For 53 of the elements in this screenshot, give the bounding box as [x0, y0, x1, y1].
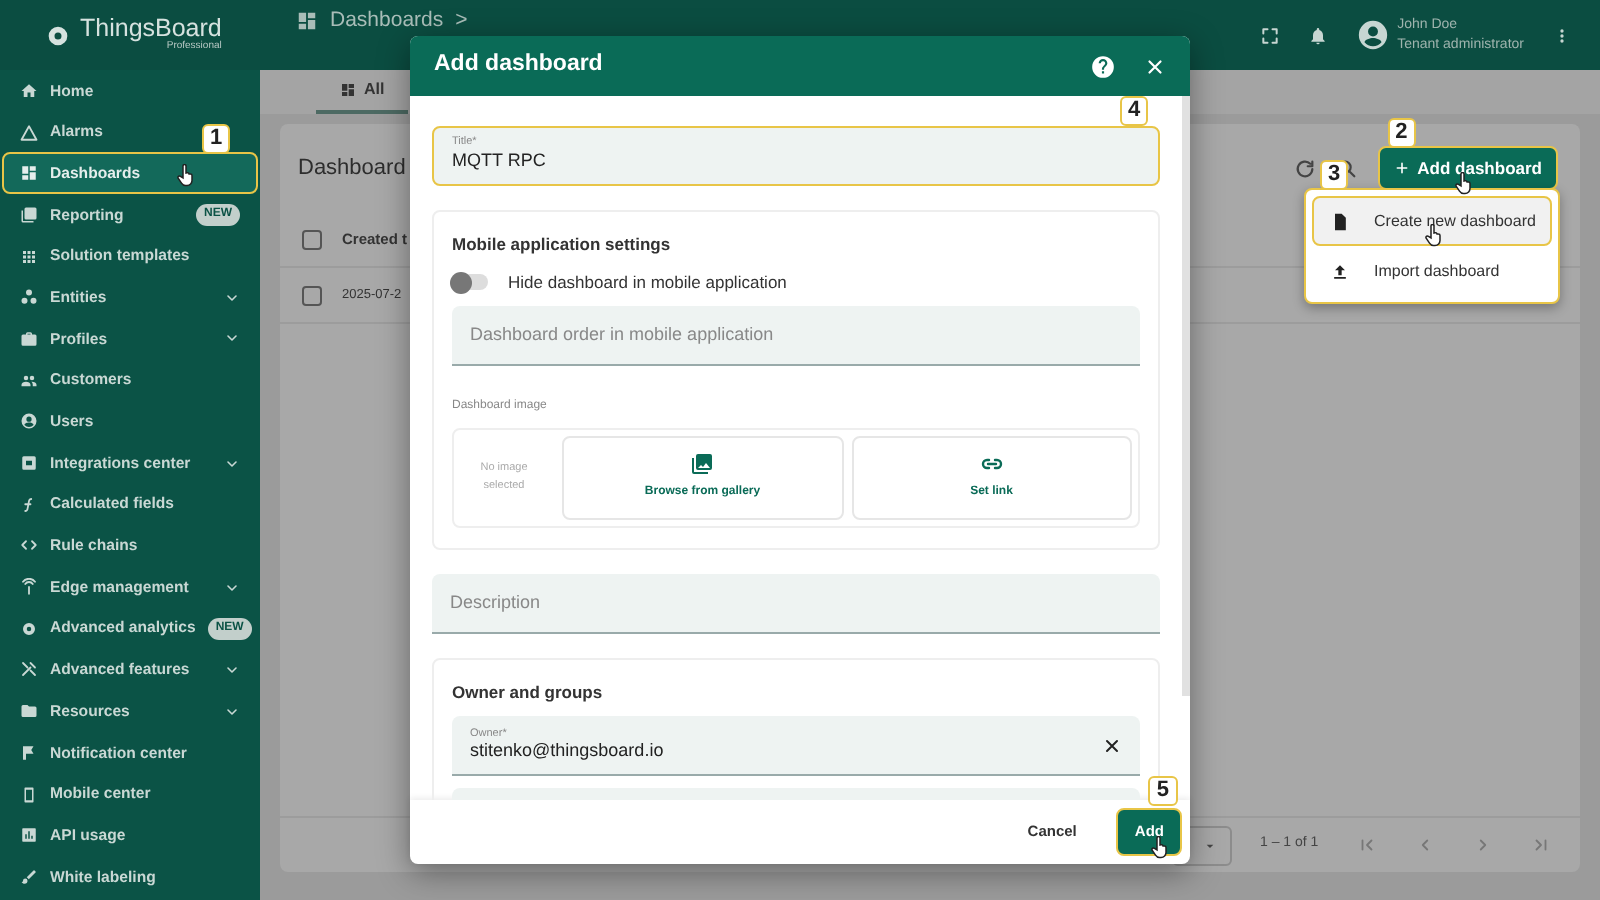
callout-number: 4 — [1120, 96, 1149, 126]
close-icon[interactable] — [1144, 55, 1166, 77]
input-field[interactable]: Description — [432, 573, 1160, 633]
grid-icon — [20, 164, 38, 183]
people-icon — [20, 371, 38, 390]
fullscreen-icon[interactable] — [1259, 25, 1280, 45]
gallery-icon — [690, 452, 715, 476]
home-icon — [20, 81, 38, 100]
menu-item[interactable]: Create new dashboard — [1312, 196, 1552, 246]
help-icon[interactable] — [1090, 53, 1116, 79]
bell-icon[interactable] — [1307, 25, 1328, 45]
input-field[interactable]: Dashboard order in mobile application — [452, 305, 1140, 365]
callout-number: 1 — [202, 124, 231, 155]
upload-icon — [1330, 261, 1350, 281]
dialog-title: Add dashboard — [434, 50, 603, 81]
logo-text: ThingsBoard — [80, 15, 222, 40]
phone-icon — [20, 785, 38, 804]
flag-icon — [20, 743, 38, 762]
document-icon — [1330, 211, 1350, 231]
gear-icon — [44, 21, 72, 49]
callout-number: 3 — [1320, 160, 1349, 190]
gear-icon — [20, 619, 38, 638]
checkbox[interactable] — [302, 229, 322, 249]
breadcrumb-separator: > — [455, 8, 468, 32]
tools-icon — [20, 660, 38, 679]
function-icon — [20, 495, 38, 514]
grid-icon — [296, 9, 318, 31]
avatar-icon[interactable] — [1355, 18, 1390, 52]
warning-icon — [20, 123, 38, 142]
user-icon — [20, 412, 38, 431]
chart-icon — [20, 826, 38, 845]
card-title: Dashboard — [298, 153, 406, 184]
brush-icon — [20, 867, 38, 886]
clear-icon[interactable] — [1102, 735, 1122, 756]
section-heading: Mobile application settings — [452, 232, 673, 258]
section-heading: Owner and groups — [452, 679, 605, 705]
callout-number: 5 — [1148, 776, 1178, 807]
plug-box-icon — [20, 454, 38, 473]
code-icon — [20, 536, 38, 555]
folder-icon — [20, 702, 38, 721]
antenna-icon — [20, 578, 38, 597]
checkbox[interactable] — [302, 285, 322, 305]
scrollbar[interactable] — [1182, 96, 1190, 696]
nodes-icon — [20, 288, 38, 307]
add-dashboard-button[interactable]: Add dashboard — [1377, 145, 1558, 191]
grid-icon — [340, 82, 356, 98]
report-icon — [20, 205, 38, 224]
briefcase-icon — [20, 329, 38, 348]
apps-icon — [20, 247, 38, 266]
toggle-switch[interactable]: Hide dashboard in mobile application — [452, 269, 787, 295]
plus-icon — [1393, 160, 1410, 176]
refresh-icon[interactable] — [1293, 157, 1316, 179]
breadcrumb-link[interactable]: Dashboards — [330, 8, 444, 32]
